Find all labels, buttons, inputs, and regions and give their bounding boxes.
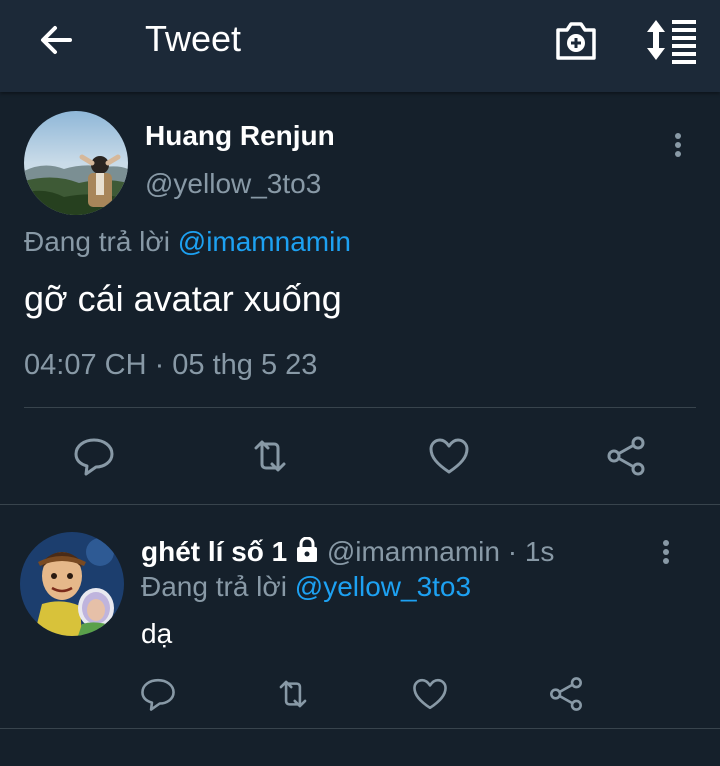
tweet-text: gỡ cái avatar xuống	[24, 278, 342, 319]
mention-link[interactable]: @yellow_3to3	[295, 571, 471, 602]
reply-context: Đang trả lời @yellow_3to3	[141, 571, 471, 603]
page-title: Tweet	[145, 18, 242, 59]
more-options-icon[interactable]	[668, 128, 688, 168]
reply-prefix: Đang trả lời	[141, 571, 287, 602]
tweet-timestamp[interactable]: 04:07 CH · 05 thg 5 23	[24, 349, 317, 382]
reply-icon[interactable]	[139, 675, 177, 713]
like-heart-icon[interactable]	[427, 434, 471, 478]
more-options-icon[interactable]	[656, 536, 676, 576]
mention-link[interactable]: @imamnamin	[178, 226, 351, 257]
author-name[interactable]: Huang Renjun	[145, 120, 335, 152]
sort-list-icon[interactable]	[644, 16, 698, 64]
retweet-icon[interactable]	[248, 434, 292, 478]
author-handle-time[interactable]: @imamnamin · 1s	[327, 536, 555, 567]
share-icon[interactable]	[547, 675, 585, 713]
avatar[interactable]	[24, 111, 128, 215]
divider	[0, 504, 720, 505]
camera-add-icon[interactable]	[552, 16, 600, 64]
reply-prefix: Đang trả lời	[24, 226, 170, 257]
tweet-text: dạ	[141, 618, 173, 649]
divider	[0, 728, 720, 729]
reply-context: Đang trả lời @imamnamin	[24, 226, 351, 258]
author-handle[interactable]: @yellow_3to3	[145, 168, 321, 200]
author-name-row: ghét lí số 1 @imamnamin · 1s	[141, 536, 554, 568]
like-heart-icon[interactable]	[411, 675, 449, 713]
lock-icon	[297, 536, 318, 562]
top-app-bar: Tweet	[0, 0, 720, 92]
author-name[interactable]: ghét lí số 1	[141, 536, 287, 567]
divider	[24, 407, 696, 408]
retweet-icon[interactable]	[274, 675, 312, 713]
reply-icon[interactable]	[72, 434, 116, 478]
share-icon[interactable]	[604, 434, 648, 478]
back-arrow-icon[interactable]	[36, 20, 76, 60]
avatar[interactable]	[20, 532, 124, 636]
